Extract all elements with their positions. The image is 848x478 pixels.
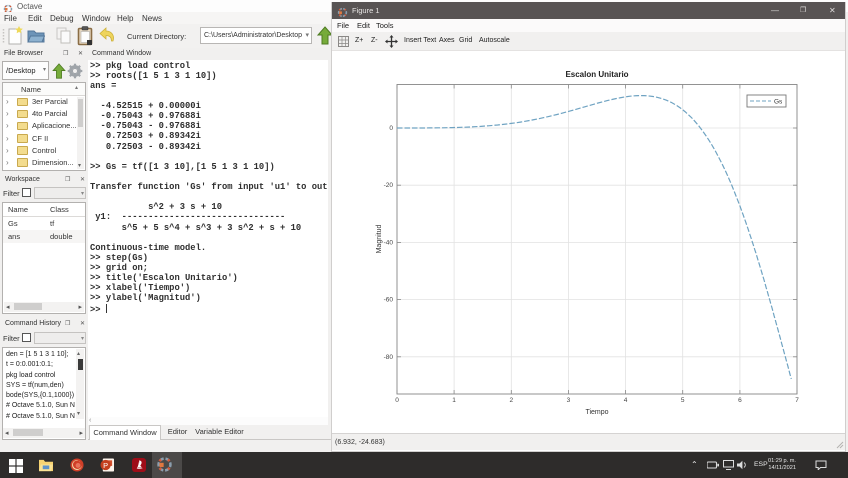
svg-text:5: 5 (681, 397, 685, 404)
svg-text:1: 1 (452, 397, 456, 404)
svg-text:Tiempo: Tiempo (585, 409, 608, 416)
svg-text:2: 2 (509, 397, 513, 404)
svg-text:-80: -80 (384, 354, 394, 361)
svg-text:0: 0 (389, 125, 393, 132)
svg-text:-20: -20 (384, 182, 394, 189)
svg-text:0: 0 (395, 397, 399, 404)
svg-text:-40: -40 (384, 239, 394, 246)
svg-text:-60: -60 (384, 297, 394, 304)
svg-text:Escalon Unitario: Escalon Unitario (565, 70, 628, 79)
svg-text:7: 7 (795, 397, 799, 404)
svg-text:3: 3 (567, 397, 571, 404)
svg-text:6: 6 (738, 397, 742, 404)
svg-text:Gs: Gs (774, 99, 783, 106)
svg-text:4: 4 (624, 397, 628, 404)
svg-text:Magnitud: Magnitud (376, 224, 383, 253)
